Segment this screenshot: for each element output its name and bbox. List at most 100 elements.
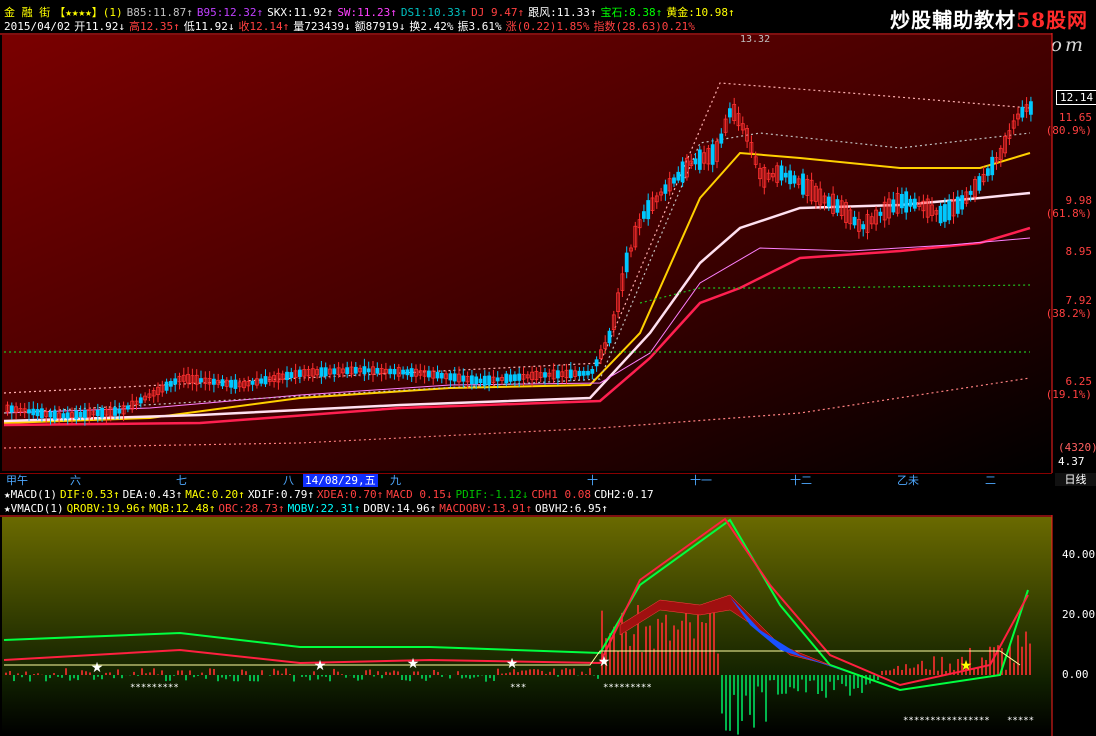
candle-body (469, 375, 474, 385)
stock-field: SW:11.23↑ (337, 6, 397, 19)
vmacd-indicator-line[interactable]: ★VMACD(1) QROBV:19.96↑ MQB:12.48↑ OBC:28.73… (4, 502, 611, 515)
candle-body (173, 378, 178, 385)
candle-body (233, 379, 238, 389)
star-mark: ********* (130, 683, 179, 693)
candle-body (663, 184, 668, 194)
candle-body (642, 211, 646, 219)
star-marker: ★ (314, 658, 327, 674)
candle-body (801, 173, 805, 195)
candle-body (353, 366, 358, 374)
candle-body (83, 409, 87, 419)
price-tick-value: 6.25 (1065, 375, 1093, 388)
candle-body (345, 367, 350, 375)
candle-body (693, 158, 698, 165)
candle-body (332, 368, 337, 375)
candle-body (259, 378, 264, 384)
macd-field: MAC:0.20↑ (185, 488, 245, 501)
period-selector[interactable]: 日线 (1055, 473, 1096, 486)
quote-field: 量723439↓ (293, 20, 351, 33)
candle-body (607, 330, 612, 344)
candle-body (117, 408, 122, 414)
sub-axis-label: 0.00 (1062, 668, 1089, 681)
candle-body (478, 378, 483, 384)
candle-body (323, 367, 328, 377)
stock-field: B95:12.32↑ (196, 6, 264, 19)
stock-field: SKX:11.92↑ (267, 6, 334, 19)
current-price-box: 12.14 (1056, 90, 1096, 105)
candle-body (319, 367, 324, 377)
candle-body (697, 149, 702, 170)
quote-field: 低11.92↓ (183, 20, 235, 33)
candle-body (168, 381, 173, 387)
candle-body (9, 405, 14, 413)
candle-body (52, 410, 57, 420)
price-tick-percent: (19.1%) (1045, 388, 1092, 401)
vmacd-chart[interactable]: ★ ★ ★ ★ ★ ★ (0, 515, 1096, 736)
time-label: 六 (70, 474, 81, 487)
candle-body (482, 375, 487, 386)
candle-body (439, 372, 444, 379)
quote-field: 涨(0.22)1.85% (505, 20, 590, 33)
candle-body (543, 372, 547, 378)
time-label: 乙未 (897, 474, 919, 487)
candle-body (955, 196, 960, 214)
price-tick-label: 9.98 (61.8%) (1046, 194, 1092, 220)
macd-indicator-line[interactable]: ★MACD(1) DIF:0.53↑ DEA:0.43↑ MAC:0.20↑ XDIF:… (4, 488, 657, 501)
candle-body (113, 407, 117, 416)
main-chart-background (2, 35, 1052, 471)
candle-body (990, 156, 995, 176)
price-tick-label: 11.65 (80.9%) (1046, 111, 1092, 137)
candle-body (594, 359, 599, 367)
candle-body (65, 412, 70, 419)
candle-body (646, 200, 651, 220)
candle-body (986, 168, 990, 176)
candle-body (1020, 106, 1025, 118)
macd-field: MACD 0.15↓ (386, 488, 453, 501)
candle-body (908, 198, 913, 207)
macd-field: DIF:0.53↑ (59, 488, 120, 501)
candle-body (78, 411, 83, 418)
macd-field: ★MACD(1) (4, 488, 57, 501)
star-mark: **************** (903, 716, 990, 726)
star-marker: ★ (506, 656, 519, 672)
candle-body (904, 191, 909, 213)
star-marker: ★ (91, 660, 104, 676)
candle-body (285, 371, 289, 380)
candle-body (448, 373, 453, 381)
candle-body (977, 176, 982, 191)
candle-body (426, 370, 431, 378)
price-tick-percent: (38.2%) (1045, 307, 1092, 320)
candlestick-chart[interactable]: 13.32 (0, 33, 1096, 473)
candle-body (487, 375, 492, 385)
quote-field: 收12.14↑ (238, 20, 290, 33)
candle-body (779, 165, 784, 181)
watermark-text: 炒股輔助教材 (890, 8, 1017, 32)
candle-body (495, 377, 500, 382)
time-axis: 甲午 六 七 八 九 十 十一 十二 乙未 二 14/08/29,五 (0, 473, 1052, 487)
candle-body (680, 161, 685, 183)
time-label: 九 (390, 474, 401, 487)
vmacd-field: DOBV:14.96↑ (363, 502, 437, 515)
price-tick-value: 9.98 (1065, 194, 1093, 207)
candle-body (366, 368, 371, 373)
time-label: 十二 (790, 474, 812, 487)
candle-body (568, 369, 573, 379)
macd-field: CDH2:0.17 (593, 488, 654, 501)
candle-body (199, 378, 203, 383)
candle-body (40, 408, 44, 419)
candle-body (297, 369, 302, 377)
quote-info-line: 2015/04/02 开11.92↓ 高12.35↑ 低11.92↓ 收12.14↑ 量7… (4, 20, 699, 34)
candle-body (164, 381, 169, 391)
candle-body (61, 413, 66, 419)
candle-body (250, 380, 255, 385)
candle-body (943, 204, 947, 222)
candle-body (48, 411, 53, 418)
candle-body (35, 409, 40, 417)
candle-body (435, 371, 440, 379)
vmacd-field: MQB:12.48↑ (149, 502, 216, 515)
time-label: 八 (283, 474, 294, 487)
price-tick-label: 8.95 (1066, 245, 1093, 258)
star-marker: ★ (598, 654, 611, 670)
stock-field: 跟风:11.33↑ (528, 6, 597, 19)
time-label: 十一 (690, 474, 712, 487)
